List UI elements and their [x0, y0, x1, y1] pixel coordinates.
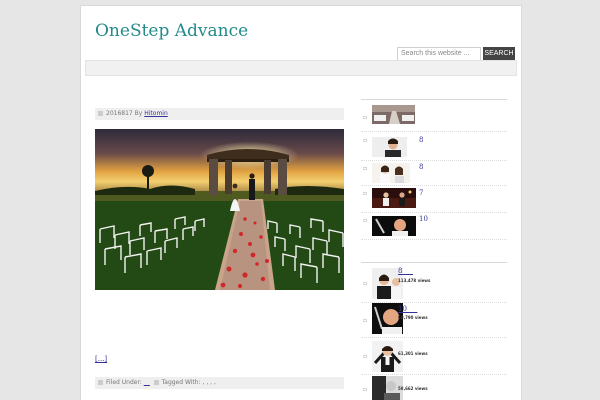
- post-date: 2016817: [106, 110, 133, 117]
- recent-post-item[interactable]: ▫ 7: [361, 187, 507, 213]
- recent-post-title[interactable]: 8: [419, 136, 423, 144]
- bullet-icon: ▫: [363, 280, 368, 287]
- bullet-icon: ▫: [363, 165, 368, 172]
- wedding-ceremony-image: [95, 129, 344, 290]
- man-portrait-thumbnail[interactable]: [372, 137, 407, 157]
- recent-post-item[interactable]: ▫ 8: [361, 133, 507, 161]
- post-by-label: By: [134, 110, 143, 117]
- recent-post-title[interactable]: 8: [419, 163, 423, 171]
- recent-post-title[interactable]: 7: [419, 189, 423, 197]
- post-featured-image[interactable]: [95, 129, 344, 290]
- popular-post-item[interactable]: ▫ 8___ 113,478 views: [361, 266, 507, 303]
- page-container: OneStep Advance Search this website ... …: [80, 5, 522, 400]
- popular-post-views: 58,662 views: [398, 386, 428, 391]
- recent-post-title[interactable]: 10: [419, 215, 428, 223]
- bullet-icon: ▫: [363, 353, 368, 360]
- popular-post-views: 60,790 views: [398, 315, 428, 320]
- bullet-icon: ▫: [363, 317, 368, 324]
- popular-post-item[interactable]: ▫ 10___ 60,790 views: [361, 303, 507, 338]
- popular-post-item[interactable]: ▫ 58,662 views: [361, 376, 507, 400]
- site-title[interactable]: OneStep Advance: [95, 21, 248, 41]
- popular-post-title[interactable]: 10___: [398, 305, 417, 313]
- bullet-icon: ▫: [363, 137, 368, 144]
- search-button[interactable]: SEARCH: [483, 47, 515, 61]
- popular-post-title[interactable]: 8___: [398, 267, 413, 275]
- filed-under-category-link[interactable]: __: [144, 379, 150, 386]
- popular-post-thumbnail[interactable]: [372, 341, 403, 372]
- recent-post-item[interactable]: ▫ 10: [361, 214, 507, 240]
- bullet-icon: ▫: [363, 217, 368, 224]
- read-more-link[interactable]: [...]: [95, 355, 107, 363]
- calendar-icon: [98, 111, 103, 116]
- sidebar-divider: [361, 262, 507, 263]
- wedding-aisle-thumbnail[interactable]: [372, 105, 415, 124]
- post-author-link[interactable]: Hitomin: [144, 110, 168, 117]
- tag-icon: [153, 380, 159, 385]
- bullet-icon: ▫: [363, 114, 368, 121]
- popular-post-views: 61,301 views: [398, 351, 428, 356]
- bullet-icon: ▫: [363, 190, 368, 197]
- bride-thumbnail[interactable]: [372, 163, 410, 183]
- bullet-icon: ▫: [363, 386, 368, 393]
- sidebar-divider: [361, 99, 507, 100]
- microphone-thumbnail[interactable]: [372, 216, 416, 236]
- post-footer: Filed Under: __ Tagged With: , , , ,: [95, 377, 344, 389]
- popular-post-views: 113,478 views: [398, 278, 431, 283]
- recent-post-item[interactable]: ▫ 8: [361, 162, 507, 186]
- recent-post-item[interactable]: ▫: [361, 103, 507, 132]
- search-input[interactable]: Search this website ...: [397, 47, 481, 61]
- stage-thumbnail[interactable]: [372, 188, 416, 208]
- navigation-bar: [85, 60, 517, 76]
- popular-post-item[interactable]: ▫ 61,301 views: [361, 339, 507, 375]
- post-meta: 2016817 By Hitomin: [95, 108, 344, 120]
- folder-icon: [98, 380, 103, 385]
- tagged-with-label: Tagged With: , , , ,: [161, 379, 216, 386]
- filed-under-label: Filed Under:: [106, 379, 142, 386]
